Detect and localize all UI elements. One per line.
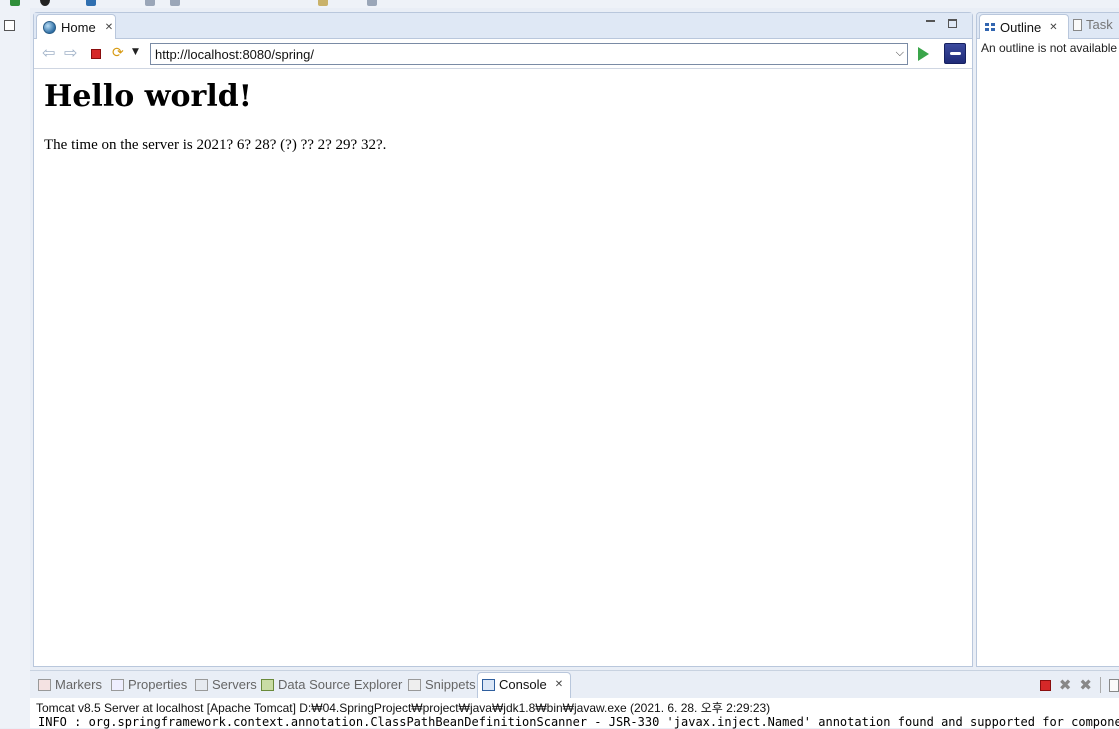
tab-label: Home — [61, 19, 96, 35]
tab-label: Snippets — [425, 677, 476, 692]
minimize-icon[interactable] — [926, 20, 935, 22]
terminate-icon[interactable] — [1039, 679, 1051, 691]
console-log-line: INFO : org.springframework.context.annot… — [38, 715, 1119, 729]
console-icon — [482, 678, 495, 691]
close-icon[interactable]: ✕ — [555, 679, 563, 690]
tab-outline[interactable]: Outline ✕ — [979, 14, 1069, 39]
task-icon — [1073, 18, 1082, 31]
properties-icon — [111, 678, 124, 691]
main-toolbar — [0, 0, 1119, 8]
outline-view: Outline ✕ Task An outline is not availab… — [976, 12, 1119, 667]
maximize-icon[interactable] — [948, 19, 957, 28]
tab-console[interactable]: Console ✕ — [482, 677, 563, 692]
stop-icon[interactable] — [91, 49, 101, 59]
tab-label: Servers — [212, 677, 257, 692]
chevron-down-icon[interactable]: ▼ — [132, 47, 139, 57]
run-icon[interactable] — [10, 0, 20, 6]
data-source-icon — [261, 678, 274, 691]
url-text: http://localhost:8080/spring/ — [155, 46, 314, 62]
tab-snippets[interactable]: Snippets — [408, 677, 476, 692]
tool-icon[interactable] — [367, 0, 377, 6]
outline-icon — [985, 22, 996, 33]
tab-label: Console — [499, 677, 547, 692]
tab-home[interactable]: Home ✕ — [36, 14, 116, 39]
open-external-browser-icon[interactable] — [944, 43, 966, 64]
refresh-icon[interactable]: ⟳ — [112, 45, 124, 61]
globe-icon — [43, 20, 56, 34]
servers-icon — [195, 678, 208, 691]
tab-servers[interactable]: Servers — [195, 677, 257, 692]
snippets-icon — [408, 678, 421, 691]
toolbar-separator — [1100, 677, 1101, 693]
tool-icon[interactable] — [86, 0, 96, 6]
browser-editor: Home ✕ ⇦ ⇨ ⟳ ▼ http://localhost:8080/spr… — [33, 12, 973, 667]
tool-icon[interactable] — [318, 0, 328, 6]
tool-icon[interactable] — [145, 0, 155, 6]
tab-label: Properties — [128, 677, 188, 692]
chevron-down-icon[interactable]: ⌵ — [896, 47, 904, 60]
debug-icon[interactable] — [40, 0, 50, 6]
tab-markers[interactable]: Markers — [38, 677, 102, 692]
forward-icon[interactable]: ⇨ — [64, 45, 77, 61]
page-content: Hello world! The time on the server is 2… — [44, 79, 944, 154]
back-icon[interactable]: ⇦ — [42, 45, 55, 61]
url-input[interactable]: http://localhost:8080/spring/ ⌵ — [150, 43, 908, 65]
go-icon[interactable] — [918, 47, 929, 61]
tab-label: Data Source Explorer — [278, 677, 403, 692]
close-icon[interactable]: ✕ — [1049, 22, 1057, 33]
editor-tabbar: Home ✕ — [34, 13, 972, 39]
remove-launch-icon[interactable]: ✖ — [1059, 678, 1072, 693]
tab-label: Outline — [1000, 19, 1042, 35]
console-actions: ✖ ✖ — [1039, 676, 1119, 694]
restore-view-icon[interactable] — [4, 20, 15, 31]
server-time-text: The time on the server is 2021? 6? 28? (… — [44, 137, 387, 153]
markers-icon — [38, 678, 51, 691]
tab-label: Task — [1086, 17, 1113, 32]
tab-task-list[interactable]: Task — [1073, 17, 1113, 32]
outline-tabbar: Outline ✕ Task — [977, 13, 1119, 39]
browser-toolbar: ⇦ ⇨ ⟳ ▼ http://localhost:8080/spring/ ⌵ — [34, 39, 972, 69]
tab-properties[interactable]: Properties — [111, 677, 187, 692]
tab-label: Markers — [55, 677, 102, 692]
tool-icon[interactable] — [170, 0, 180, 6]
close-icon[interactable]: ✕ — [105, 22, 113, 33]
console-process-label: Tomcat v8.5 Server at localhost [Apache … — [36, 701, 771, 715]
left-trim-stack — [0, 8, 30, 728]
remove-all-terminated-icon[interactable]: ✖ — [1079, 678, 1092, 693]
console-output[interactable]: Tomcat v8.5 Server at localhost [Apache … — [30, 698, 1119, 729]
tab-data-source-explorer[interactable]: Data Source Explorer — [261, 677, 402, 692]
outline-message: An outline is not available — [981, 41, 1118, 55]
bottom-panel-tabbar: Markers Properties Servers Data Source E… — [30, 670, 1119, 700]
page-title: Hello world! — [44, 79, 252, 114]
clear-console-icon[interactable] — [1109, 678, 1119, 692]
